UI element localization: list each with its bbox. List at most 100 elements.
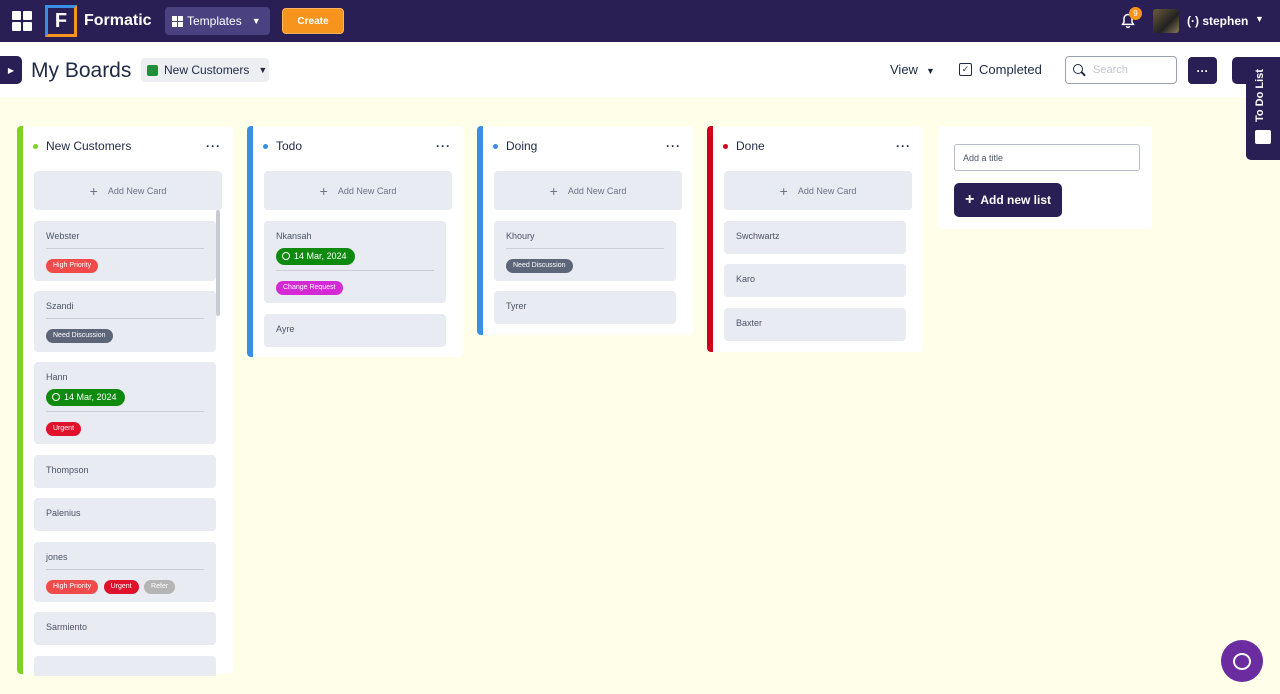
list-new-customers: New Customers ··· + Add New Card Webster … (17, 126, 233, 676)
list-title: Doing (506, 139, 538, 153)
more-options-button[interactable]: ··· (1188, 57, 1217, 84)
formatic-logo[interactable]: F (45, 5, 77, 37)
create-button[interactable]: Create (282, 8, 344, 34)
search-box[interactable] (1065, 56, 1177, 84)
tag-badge: Urgent (46, 421, 82, 436)
list-title: Done (736, 139, 765, 153)
card-title: Webster (46, 231, 80, 241)
search-input[interactable] (1093, 64, 1168, 76)
list-menu-button[interactable]: ··· (896, 139, 911, 153)
card-title: Tyrer (506, 301, 527, 311)
add-new-list-label: Add new list (980, 193, 1051, 207)
card[interactable]: Palenius (34, 498, 216, 531)
card[interactable]: Thompson (34, 455, 216, 488)
page-title: My Boards (31, 59, 132, 82)
card[interactable]: Tyrer (494, 291, 676, 324)
completed-label: Completed (979, 62, 1042, 77)
app-name: Formatic (84, 12, 152, 29)
card-title: Thompson (46, 465, 89, 475)
plus-icon: + (89, 182, 98, 199)
apps-grid-icon[interactable] (12, 11, 32, 31)
chat-icon (1233, 652, 1251, 670)
list-accent-bar (707, 126, 713, 352)
card[interactable]: jones High Priority Urgent Refer (34, 542, 216, 602)
card[interactable]: Nkansah 14 Mar, 2024 Change Request (264, 221, 446, 303)
board-selector[interactable]: New Customers ▼ (141, 58, 269, 82)
card-divider (506, 248, 664, 249)
card[interactable]: Karo (724, 264, 906, 297)
plus-icon: + (319, 182, 328, 199)
tag-badge: Urgent (103, 579, 139, 594)
due-date: 14 Mar, 2024 (64, 392, 117, 402)
list-dot (723, 143, 728, 149)
card-divider (46, 411, 204, 412)
list-scrollbar[interactable] (216, 210, 220, 316)
user-avatar[interactable] (1153, 9, 1179, 33)
add-card-label: Add New Card (337, 185, 397, 196)
card-title: Palenius (46, 508, 81, 518)
due-date: 14 Mar, 2024 (294, 251, 347, 261)
view-label: View (890, 62, 918, 77)
card[interactable] (34, 656, 216, 676)
completed-filter[interactable]: ✓ Completed (959, 62, 1042, 77)
todo-list-label: To Do List (1254, 69, 1266, 122)
list-menu-button[interactable]: ··· (206, 139, 221, 153)
clock-icon (282, 252, 290, 260)
add-card-button[interactable]: + Add New Card (264, 171, 452, 210)
list-header: New Customers ··· (33, 138, 221, 154)
list-menu-button[interactable]: ··· (436, 139, 451, 153)
due-date-badge: 14 Mar, 2024 (276, 247, 355, 265)
list-title: New Customers (46, 139, 132, 153)
plus-icon: + (779, 182, 788, 199)
add-card-button[interactable]: + Add New Card (34, 171, 222, 210)
card-divider (46, 248, 204, 249)
card-title: Ayre (276, 324, 295, 334)
new-list-panel: + Add new list (938, 126, 1152, 229)
card-divider (46, 318, 204, 319)
sheet-icon (147, 64, 158, 76)
list-accent-bar (17, 126, 23, 674)
list-todo: Todo ··· + Add New Card Nkansah 14 Mar, 2… (247, 126, 463, 357)
card-title: Swchwartz (736, 231, 780, 241)
list-dot (263, 143, 268, 149)
add-card-label: Add New Card (797, 185, 857, 196)
add-card-label: Add New Card (567, 185, 627, 196)
plus-icon: + (964, 191, 975, 208)
user-menu[interactable]: (·) stephen (1187, 14, 1248, 28)
card[interactable]: Baxter (724, 308, 906, 341)
add-card-button[interactable]: + Add New Card (724, 171, 912, 210)
view-dropdown[interactable]: View ▼ (890, 62, 935, 77)
add-card-button[interactable]: + Add New Card (494, 171, 682, 210)
add-new-list-button[interactable]: + Add new list (954, 183, 1062, 217)
card[interactable]: Khoury Need Discussion (494, 221, 676, 281)
card[interactable]: Szandi Need Discussion (34, 291, 216, 352)
plus-icon: + (549, 182, 558, 199)
sidebar-toggle[interactable]: ▶ (0, 56, 22, 84)
templates-button[interactable]: Templates ▼ (165, 7, 270, 35)
list-accent-bar (247, 126, 253, 357)
list-menu-button[interactable]: ··· (666, 139, 681, 153)
tag-badge: Need Discussion (46, 328, 113, 343)
card[interactable]: Sarmiento (34, 612, 216, 645)
card-title: Szandi (46, 301, 74, 311)
tag-badge: High Priority (46, 579, 99, 594)
todo-list-panel-toggle[interactable]: To Do List (1246, 66, 1280, 160)
card-title: Hann (46, 372, 68, 382)
chevron-down-icon: ▼ (925, 66, 935, 76)
list-title-input[interactable] (954, 144, 1140, 171)
search-icon (1073, 64, 1085, 76)
chat-support-button[interactable] (1221, 640, 1263, 682)
card[interactable]: Ayre (264, 314, 446, 347)
card-title: Sarmiento (46, 622, 88, 632)
chevron-down-icon[interactable]: ▼ (1255, 14, 1264, 24)
card[interactable]: Hann 14 Mar, 2024 Urgent (34, 362, 216, 444)
card[interactable]: Swchwartz (724, 221, 906, 254)
tag-badge: Need Discussion (506, 258, 573, 273)
list-accent-bar (477, 126, 483, 335)
card[interactable]: Webster High Priority (34, 221, 216, 281)
card-divider (276, 270, 434, 271)
list-doing: Doing ··· + Add New Card Khoury Need Disc… (477, 126, 693, 335)
add-card-label: Add New Card (107, 185, 167, 196)
list-done: Done ··· + Add New Card Swchwartz Karo Ba… (707, 126, 923, 352)
list-header: Done ··· (723, 138, 911, 154)
